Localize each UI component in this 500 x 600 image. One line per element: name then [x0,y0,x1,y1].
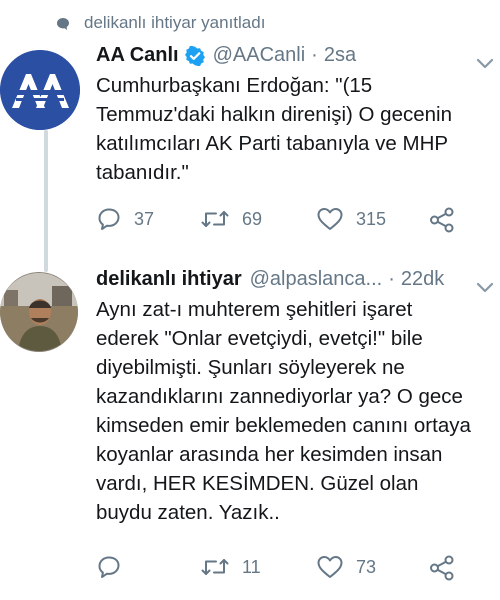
user-photo [0,273,78,351]
retweet-count: 69 [242,208,263,229]
heart-icon [317,556,343,578]
like-button[interactable]: 315 [316,206,386,232]
like-count: 315 [356,208,387,229]
tweet-text: Aynı zat-ı muhterem şehitleri işaret ede… [96,298,471,524]
reply-count: 37 [134,208,155,229]
tweet-header: delikanlı ihtiyar @alpaslanca... · 22dk [96,268,444,291]
reply-context-text: delikanlı ihtiyar yanıtladı [84,13,266,32]
heart-icon [317,208,343,230]
author-handle[interactable]: @AACanli [213,44,306,67]
reply-icon [98,556,120,578]
reply-icon [98,208,120,230]
chevron-down-icon[interactable] [474,52,496,74]
tweet-text: Cumhurbaşkanı Erdoğan: "(15 Temmuz'daki … [96,74,452,184]
tweet-timestamp[interactable]: 22dk [401,268,444,291]
like-count: 73 [356,556,377,577]
verified-badge-icon [184,45,205,66]
share-icon [430,207,454,233]
reply-context: delikanlı ihtiyar yanıtladı [57,12,266,34]
separator-dot: · [388,268,395,290]
reply-button[interactable] [96,554,134,580]
retweet-button[interactable]: 69 [200,206,262,232]
author-name[interactable]: delikanlı ihtiyar [96,268,242,291]
share-icon [430,555,454,581]
reply-button[interactable]: 37 [96,206,154,232]
avatar-delikanli-ihtiyar[interactable] [0,272,78,352]
tweet-timestamp[interactable]: 2sa [324,44,356,67]
tweet-header: AA Canlı @AACanli · 2sa [96,44,356,67]
reply-bubble-icon [56,16,70,36]
separator-dot: · [311,44,318,66]
retweet-icon [201,559,229,575]
share-button[interactable] [428,206,456,234]
retweet-count: 11 [242,556,261,577]
share-button[interactable] [428,554,456,582]
avatar-aa-canli[interactable] [0,50,80,130]
thread-connector [44,130,48,272]
like-button[interactable]: 73 [316,554,376,580]
author-name[interactable]: AA Canlı [96,44,179,67]
author-handle[interactable]: @alpaslanca... [250,268,383,291]
aa-logo-icon [0,50,80,130]
retweet-button[interactable]: 11 [200,554,261,580]
retweet-icon [201,211,229,227]
